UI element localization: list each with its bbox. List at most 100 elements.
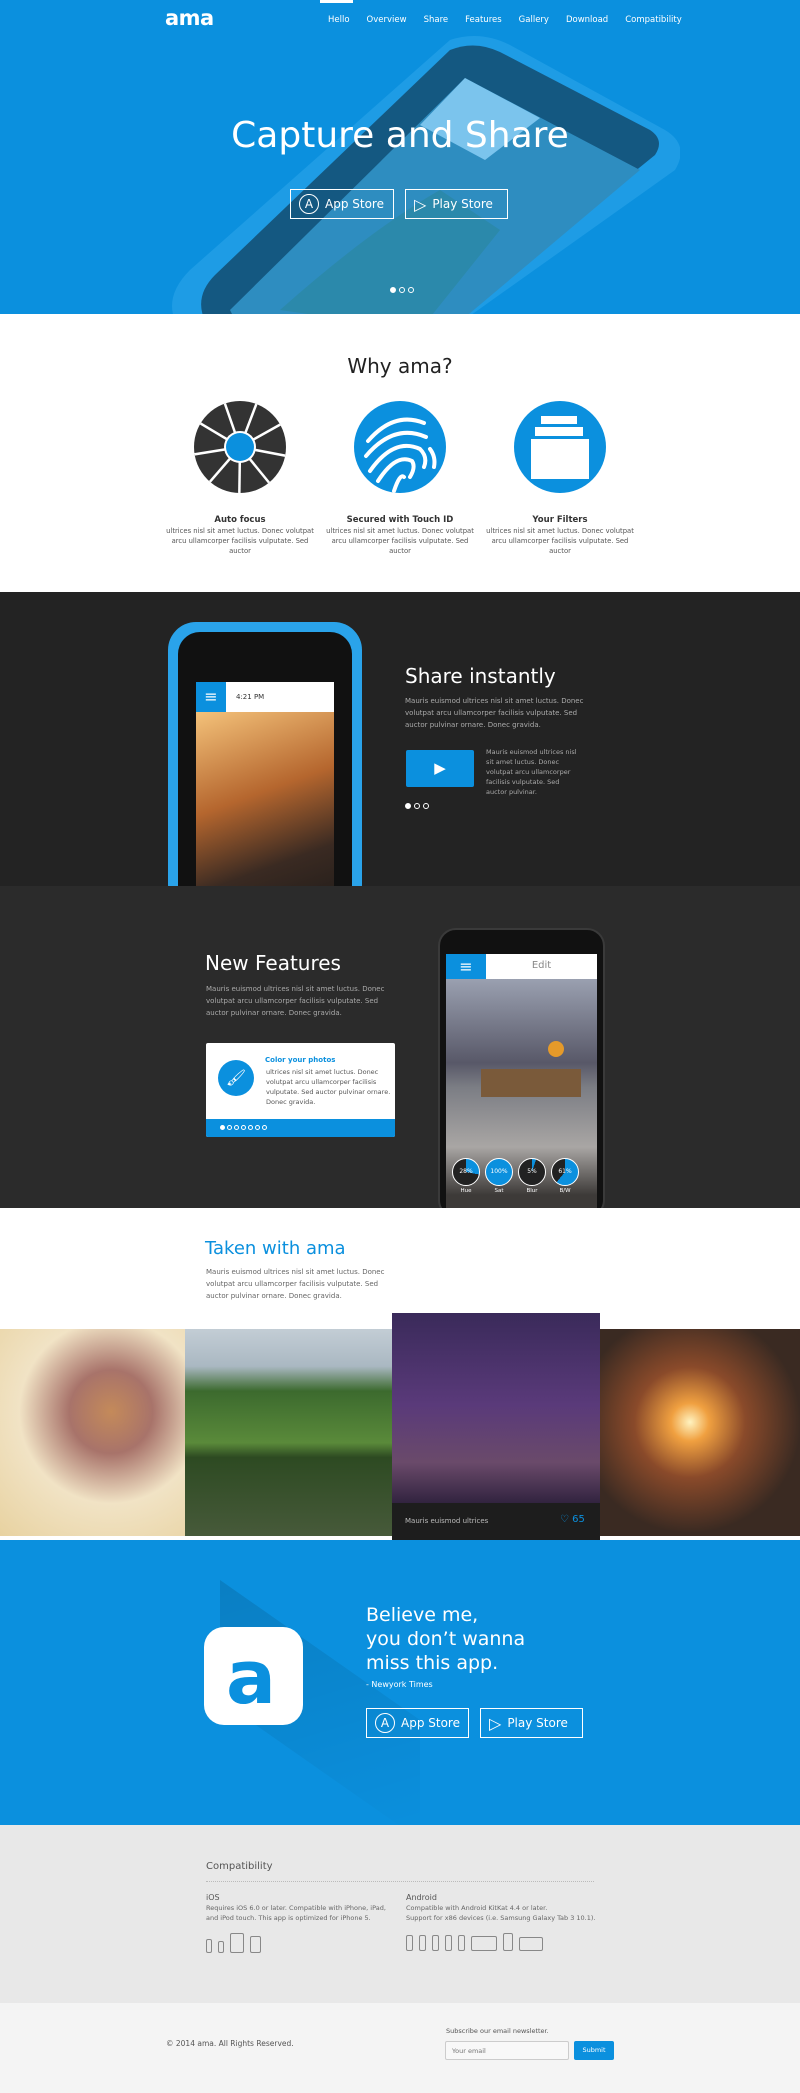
carousel-dot[interactable] — [234, 1125, 239, 1130]
carousel-dot[interactable] — [408, 287, 414, 293]
ipad-mini-icon — [250, 1936, 261, 1953]
nav-features[interactable]: Features — [465, 15, 502, 25]
play-store-icon: ▷ — [414, 194, 427, 214]
carousel-dot[interactable] — [390, 287, 396, 293]
carousel-dot[interactable] — [241, 1125, 246, 1130]
gallery-photo-forest[interactable] — [185, 1329, 392, 1536]
carousel-dot[interactable] — [227, 1125, 232, 1130]
menu-icon: ≡ — [446, 954, 486, 979]
dial-blur[interactable]: 5% Blur — [518, 1158, 546, 1194]
phone-icon — [445, 1935, 452, 1951]
nav-download[interactable]: Download — [566, 15, 608, 25]
dial-value: 28% — [452, 1158, 480, 1186]
tablet-landscape-icon — [519, 1937, 543, 1951]
app-store-label: App Store — [401, 1716, 460, 1730]
dial-hue[interactable]: 28% Hue — [452, 1158, 480, 1194]
phone-icon — [406, 1935, 413, 1951]
play-video-button[interactable]: ▶ — [406, 750, 474, 787]
feature-touch-id: Secured with Touch ID ultrices nisl sit … — [320, 401, 480, 556]
gallery-photo-bridge[interactable]: Mauris euismod ultrices ♡ 65 — [392, 1313, 600, 1543]
carousel-dot[interactable] — [248, 1125, 253, 1130]
hero-title: Capture and Share — [231, 115, 569, 156]
menu-icon: ≡ — [196, 682, 226, 712]
footer: © 2014 ama. All Rights Reserved. Subscri… — [0, 2003, 800, 2093]
feature-card: 🖌 Color your photos ultrices nisl sit am… — [206, 1043, 395, 1137]
feature-auto-focus: Auto focus ultrices nisl sit amet luctus… — [160, 401, 320, 556]
carousel-dot[interactable] — [414, 803, 420, 809]
dial-value: 100% — [485, 1158, 513, 1186]
feature-filters: Your Filters ultrices nisl sit amet luct… — [480, 401, 640, 556]
app-store-icon: A — [375, 1713, 395, 1733]
photo-caption: Mauris euismod ultrices — [405, 1517, 489, 1525]
tablet-icon — [503, 1933, 513, 1951]
dial-value: 5% — [518, 1158, 546, 1186]
app-store-button[interactable]: A App Store — [290, 189, 394, 219]
card-title: Color your photos — [265, 1056, 336, 1064]
hero-carousel-dots — [390, 287, 414, 293]
phone-icon — [419, 1935, 426, 1951]
quote-line: miss this app. — [366, 1652, 499, 1674]
carousel-dot[interactable] — [423, 803, 429, 809]
gallery-section: Taken with ama Mauris euismod ultrices n… — [0, 1208, 800, 1543]
carousel-dot[interactable] — [255, 1125, 260, 1130]
hero-phone-image — [120, 30, 680, 314]
logo[interactable]: ama — [165, 6, 214, 30]
why-section: Why ama? Auto focus ultrices nisl sit am… — [0, 314, 800, 592]
ios-line: Requires iOS 6.0 or later. Compatible wi… — [206, 1904, 386, 1912]
filters-icon — [514, 401, 606, 493]
android-phone: ≡ Edit 28% Hue 100% Sat 5% Blur 61% B/W — [438, 928, 605, 1208]
nav-hello[interactable]: Hello — [328, 15, 350, 25]
gallery-text: Mauris euismod ultrices nisl sit amet lu… — [206, 1268, 385, 1300]
nav-share[interactable]: Share — [424, 15, 449, 25]
app-store-button[interactable]: A App Store — [366, 1708, 469, 1738]
carousel-dot[interactable] — [220, 1125, 225, 1130]
carousel-dot[interactable] — [405, 803, 411, 809]
phone-icon — [458, 1935, 465, 1951]
nav-active-indicator — [320, 0, 353, 3]
copyright: © 2014 ama. All Rights Reserved. — [166, 2039, 294, 2048]
like-button[interactable]: ♡ 65 — [560, 1514, 585, 1525]
dial-bw[interactable]: 61% B/W — [551, 1158, 579, 1194]
nav-overview[interactable]: Overview — [367, 15, 407, 25]
ios-title: iOS — [206, 1893, 220, 1902]
feature-title: Auto focus — [214, 515, 266, 525]
aperture-icon — [194, 401, 286, 493]
android-title: Android — [406, 1893, 437, 1902]
fingerprint-icon — [354, 401, 446, 493]
paintbrush-icon: 🖌 — [218, 1060, 254, 1096]
app-icon: a — [204, 1627, 303, 1725]
feature-title: Secured with Touch ID — [346, 515, 454, 525]
play-store-button[interactable]: ▷ Play Store — [480, 1708, 583, 1738]
dial-sat[interactable]: 100% Sat — [485, 1158, 513, 1194]
tablet-landscape-icon — [471, 1936, 497, 1951]
testimonial-quote: Believe me, you don’t wanna miss this ap… — [366, 1603, 525, 1675]
share-carousel-dots — [405, 803, 429, 809]
feature-text: ultrices nisl sit amet luctus. Donec vol… — [486, 527, 634, 555]
card-text: ultrices nisl sit amet luctus. Donec vol… — [266, 1068, 391, 1106]
share-text: Mauris euismod ultrices nisl sit amet lu… — [405, 697, 584, 729]
nav-compatibility[interactable]: Compatibility — [625, 15, 682, 25]
compat-title: Compatibility — [206, 1861, 273, 1872]
ipad-icon — [230, 1933, 244, 1953]
features-section: New Features Mauris euismod ultrices nis… — [0, 886, 800, 1208]
quote-source: - Newyork Times — [366, 1680, 433, 1689]
nav-gallery[interactable]: Gallery — [519, 15, 549, 25]
dial-label: B/W — [559, 1188, 571, 1194]
carousel-dot[interactable] — [262, 1125, 267, 1130]
email-input[interactable] — [445, 2041, 569, 2060]
why-title: Why ama? — [347, 354, 453, 378]
play-store-button[interactable]: ▷ Play Store — [405, 189, 508, 219]
gallery-photo-sunset[interactable] — [600, 1329, 800, 1536]
carousel-dot[interactable] — [399, 287, 405, 293]
heart-icon: ♡ — [560, 1514, 569, 1525]
submit-button[interactable]: Submit — [574, 2041, 614, 2060]
video-text: Mauris euismod ultrices nisl sit amet lu… — [486, 748, 577, 796]
ipod-icon — [218, 1941, 224, 1953]
ios-line: and iPod touch. This app is optimized fo… — [206, 1914, 371, 1922]
play-store-label: Play Store — [432, 197, 493, 211]
features-text: Mauris euismod ultrices nisl sit amet lu… — [206, 985, 385, 1017]
gallery-title: Taken with ama — [205, 1238, 346, 1259]
gallery-photo-woman[interactable] — [0, 1329, 185, 1536]
iphone-icon — [206, 1939, 212, 1953]
newsletter-label: Subscribe our email newsletter. — [446, 2027, 549, 2035]
